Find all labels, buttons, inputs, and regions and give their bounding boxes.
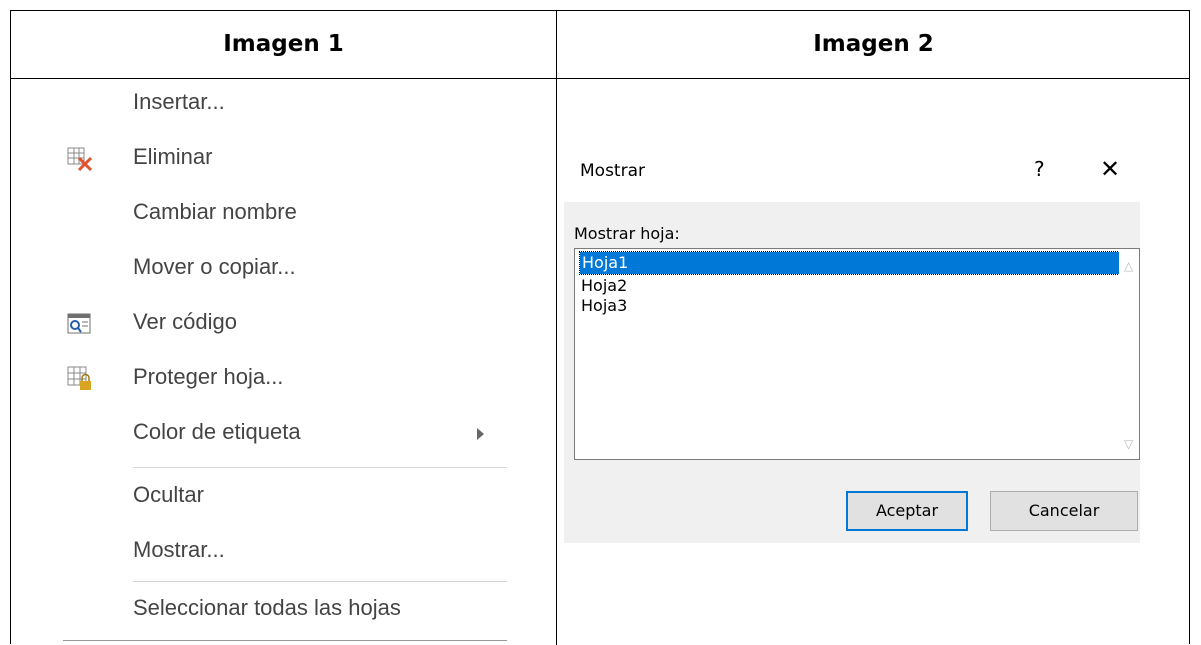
- menu-bottom-separator: [63, 640, 507, 641]
- cancel-button[interactable]: Cancelar: [990, 491, 1138, 531]
- menu-item-cambiar-nombre[interactable]: Cambiar nombre: [11, 189, 556, 241]
- close-icon[interactable]: ✕: [1100, 157, 1120, 181]
- sheet-context-menu: Insertar... Eliminar Cambiar nombre Move…: [11, 79, 556, 645]
- scroll-up-icon[interactable]: △: [1124, 259, 1133, 273]
- menu-item-mostrar[interactable]: Mostrar...: [11, 527, 556, 579]
- menu-item-label: Cambiar nombre: [133, 199, 297, 224]
- column-title-right: Imagen 2: [813, 31, 934, 57]
- sheet-list-item-selected[interactable]: Hoja1: [579, 251, 1130, 275]
- header-row: Imagen 1 Imagen 2: [11, 11, 1189, 79]
- menu-separator: [133, 467, 507, 468]
- menu-item-eliminar[interactable]: Eliminar: [11, 134, 556, 186]
- menu-item-color-etiqueta[interactable]: Color de etiqueta: [11, 409, 556, 461]
- unhide-dialog: Mostrar ? ✕ Mostrar hoja: Hoja1 Hoja2 Ho…: [564, 144, 1140, 543]
- menu-item-insertar[interactable]: Insertar...: [11, 79, 556, 131]
- menu-item-label: Color de etiqueta: [133, 419, 301, 444]
- menu-item-label: Ocultar: [133, 482, 204, 507]
- sheet-list-label: Mostrar hoja:: [574, 224, 680, 243]
- menu-item-label: Mostrar...: [133, 537, 225, 562]
- column-title-left: Imagen 1: [223, 31, 344, 57]
- menu-item-label: Ver código: [133, 309, 237, 334]
- sheet-list[interactable]: Hoja1 Hoja2 Hoja3 △ ▽: [574, 248, 1140, 460]
- menu-item-ver-codigo[interactable]: Ver código: [11, 299, 556, 351]
- scroll-down-icon[interactable]: ▽: [1124, 437, 1133, 451]
- menu-item-label: Insertar...: [133, 89, 225, 114]
- dialog-title: Mostrar: [580, 161, 645, 181]
- menu-item-label: Proteger hoja...: [133, 364, 284, 389]
- menu-item-label: Eliminar: [133, 144, 213, 169]
- submenu-arrow-icon: [477, 428, 484, 440]
- dialog-titlebar: Mostrar ? ✕: [564, 144, 1140, 202]
- list-scrollbar[interactable]: △ ▽: [1119, 249, 1139, 459]
- help-button[interactable]: ?: [1034, 157, 1045, 181]
- sheet-list-item[interactable]: Hoja2: [581, 275, 627, 297]
- column-divider: [556, 11, 557, 645]
- view-code-icon: [67, 311, 95, 337]
- menu-item-label: Seleccionar todas las hojas: [133, 595, 401, 620]
- menu-item-label: Mover o copiar...: [133, 254, 296, 279]
- accept-button[interactable]: Aceptar: [846, 491, 968, 531]
- menu-item-seleccionar-todas[interactable]: Seleccionar todas las hojas: [11, 585, 556, 637]
- protect-sheet-icon: [67, 366, 95, 392]
- menu-item-mover-copiar[interactable]: Mover o copiar...: [11, 244, 556, 296]
- sheet-list-item[interactable]: Hoja3: [581, 295, 627, 317]
- menu-item-proteger-hoja[interactable]: Proteger hoja...: [11, 354, 556, 406]
- menu-separator: [133, 581, 507, 582]
- delete-sheet-icon: [67, 146, 95, 172]
- menu-item-ocultar[interactable]: Ocultar: [11, 472, 556, 524]
